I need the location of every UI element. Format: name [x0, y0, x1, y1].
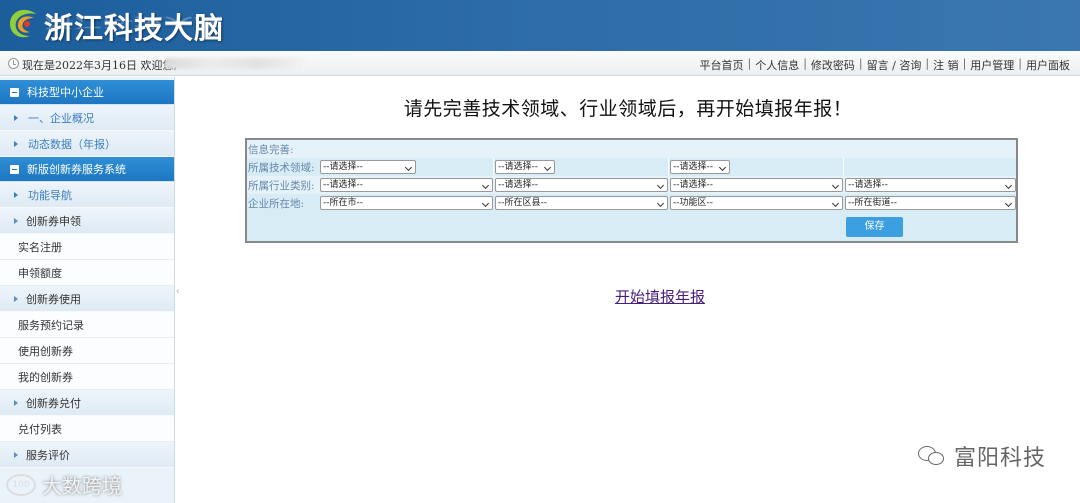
- caret-right-icon: [14, 295, 18, 302]
- watermark-badge: 100: [6, 473, 36, 496]
- function-zone-select[interactable]: --功能区--: [670, 196, 843, 210]
- app-header: 浙江科技大脑 浙江科技大脑: [0, 0, 1080, 51]
- caret-right-icon: [14, 140, 18, 147]
- watermark-text: 富阳科技: [953, 446, 1046, 471]
- info-bar: 现在是2022年3月16日 欢迎您, 平台首页 | 个人信息 | 修改密码 | 留言 …: [0, 51, 1080, 76]
- logo-reflection: 浙江科技大脑: [44, 15, 225, 31]
- sidebar-section-label: 科技型中小企业: [27, 86, 104, 99]
- sidebar-item-company-overview[interactable]: 一、企业概况: [0, 105, 174, 131]
- logo-icon: [10, 9, 36, 38]
- top-nav-links: 平台首页 | 个人信息 | 修改密码 | 留言 / 咨询 | 注 销 | 用户管理 | 用户…: [699, 57, 1070, 73]
- industry-select-4[interactable]: --请选择--: [845, 178, 1016, 192]
- sidebar-item-function-nav[interactable]: 功能导航: [0, 182, 174, 208]
- info-completion-form: 信息完善: 所属技术领域: --请选择-- --请选择-- --请选择-- 所属…: [245, 138, 1018, 243]
- sidebar-group-apply[interactable]: 创新券申领: [0, 208, 174, 234]
- caret-right-icon: [14, 399, 18, 406]
- sidebar-item-use-voucher[interactable]: 使用创新券: [0, 338, 174, 364]
- industry-select-1[interactable]: --请选择--: [320, 178, 493, 192]
- collapse-icon: [10, 87, 19, 97]
- caret-right-icon: [14, 451, 18, 458]
- location-row: 企业所在地: --所在市-- --所在区县-- --功能区-- --所在街道--: [247, 194, 1016, 212]
- save-button[interactable]: 保存: [846, 217, 903, 237]
- source-watermark: 100 大数跨境: [6, 470, 122, 499]
- clock-icon: [8, 58, 19, 69]
- tech-field-select-2[interactable]: --请选择--: [495, 160, 555, 174]
- sidebar-item-real-name-register[interactable]: 实名注册: [0, 234, 174, 260]
- location-label: 企业所在地:: [248, 198, 305, 210]
- industry-select-3[interactable]: --请选择--: [670, 178, 843, 192]
- sidebar-section-label: 新版创新券服务系统: [27, 163, 126, 176]
- link-logout[interactable]: 注 销: [933, 57, 959, 73]
- link-user-management[interactable]: 用户管理: [970, 57, 1014, 73]
- sidebar-group-label: 创新券申领: [26, 214, 81, 228]
- sidebar-item-label: 功能导航: [28, 188, 72, 202]
- tech-field-select-3[interactable]: --请选择--: [670, 160, 730, 174]
- link-personal-info[interactable]: 个人信息: [755, 57, 799, 73]
- sidebar-group-use[interactable]: 创新券使用: [0, 286, 174, 312]
- start-report-link[interactable]: 开始填报年报: [176, 286, 1080, 307]
- wechat-icon: [917, 444, 948, 468]
- sidebar-group-label: 创新券兑付: [26, 396, 81, 410]
- tech-field-label: 所属技术领域:: [248, 162, 315, 174]
- industry-select-2[interactable]: --请选择--: [495, 178, 668, 192]
- form-title-row: 信息完善:: [247, 140, 1016, 158]
- sidebar-section-voucher-system[interactable]: 新版创新券服务系统: [0, 157, 174, 182]
- sidebar-item-annual-report[interactable]: 动态数据（年报）: [0, 131, 174, 157]
- sidebar-item-redeem-list[interactable]: 兑付列表: [0, 416, 174, 442]
- sidebar-group-label: 服务评价: [26, 448, 70, 462]
- sidebar-group-label: 创新券使用: [26, 292, 81, 306]
- sidebar-group-redeem[interactable]: 创新券兑付: [0, 390, 174, 416]
- link-message-consult[interactable]: 留言 / 咨询: [867, 57, 922, 73]
- sidebar-item-label: 一、企业概况: [28, 111, 94, 125]
- wechat-watermark: 富阳科技: [917, 440, 1046, 472]
- sidebar-item-my-vouchers[interactable]: 我的创新券: [0, 364, 174, 390]
- sidebar-item-booking-records[interactable]: 服务预约记录: [0, 312, 174, 338]
- link-user-panel[interactable]: 用户面板: [1026, 57, 1070, 73]
- sidebar-item-apply-quota[interactable]: 申领额度: [0, 260, 174, 286]
- industry-row: 所属行业类别: --请选择-- --请选择-- --请选择-- --请选择--: [247, 176, 1016, 194]
- caret-right-icon: [14, 191, 18, 198]
- date-welcome-text: 现在是2022年3月16日 欢迎您,: [22, 59, 177, 72]
- city-select[interactable]: --所在市--: [320, 196, 493, 210]
- industry-label: 所属行业类别:: [248, 180, 315, 192]
- collapse-icon: [10, 164, 19, 174]
- street-select[interactable]: --所在街道--: [845, 196, 1016, 210]
- form-title: 信息完善:: [248, 144, 294, 156]
- sidebar-group-evaluation[interactable]: 服务评价: [0, 442, 174, 468]
- page-notice: 请先完善技术领域、行业领域后，再开始填报年报！: [403, 98, 853, 120]
- caret-right-icon: [14, 217, 18, 224]
- tech-field-select-1[interactable]: --请选择--: [320, 160, 416, 174]
- caret-right-icon: [14, 114, 18, 121]
- tech-field-row: 所属技术领域: --请选择-- --请选择-- --请选择--: [247, 158, 1016, 176]
- link-platform-home[interactable]: 平台首页: [699, 57, 743, 73]
- county-select[interactable]: --所在区县--: [495, 196, 668, 210]
- redacted-username: [165, 58, 305, 69]
- sidebar-section-smes[interactable]: 科技型中小企业: [0, 80, 174, 105]
- sidebar-item-label: 动态数据（年报）: [28, 137, 116, 151]
- watermark-text: 大数跨境: [42, 474, 122, 498]
- link-change-password[interactable]: 修改密码: [811, 57, 855, 73]
- sidebar: 科技型中小企业 一、企业概况 动态数据（年报） 新版创新券服务系统 功能导航 创…: [0, 77, 175, 503]
